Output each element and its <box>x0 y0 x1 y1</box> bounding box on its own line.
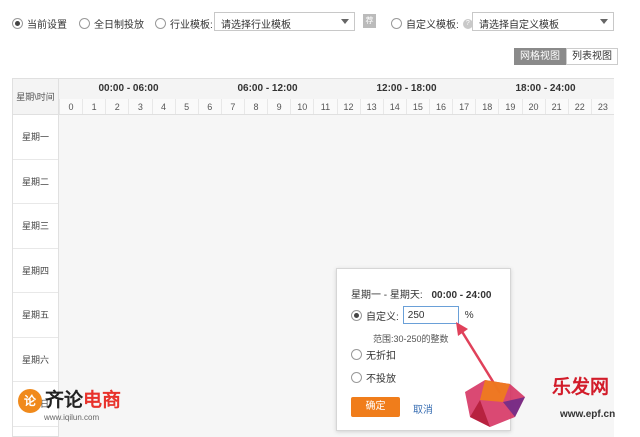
hour-label: 4 <box>151 99 175 114</box>
option-industry-label: 行业模板: <box>170 20 213 31</box>
range-hint: 范围:30-250的整数 <box>373 334 449 344</box>
hour-label: 3 <box>128 99 151 114</box>
hour-label: 11 <box>313 99 336 114</box>
hour-label: 13 <box>359 99 383 114</box>
radio-industry-template[interactable] <box>155 18 166 29</box>
view-toggle: 网格视图 列表视图 <box>514 48 618 65</box>
watermark-left-logo: 论 齐论电商 <box>18 389 121 413</box>
option-custom-label: 自定义模板: <box>406 20 459 31</box>
hour-label: 16 <box>429 99 452 114</box>
hour-label: 17 <box>452 99 475 114</box>
logo-name-accent: 电商 <box>83 390 122 411</box>
tab-grid-view[interactable]: 网格视图 <box>514 48 566 65</box>
hour-label: 9 <box>267 99 290 114</box>
radio-no-discount[interactable] <box>351 349 362 360</box>
day-label: 星期六 <box>13 338 58 382</box>
day-label: 星期五 <box>13 293 58 338</box>
no-discount-label: 无折扣 <box>366 351 396 362</box>
hour-label: 0 <box>59 99 82 114</box>
radio-no-delivery[interactable] <box>351 372 362 383</box>
cancel-link[interactable]: 取消 <box>413 401 433 416</box>
hour-label: 1 <box>82 99 105 114</box>
radio-custom-discount[interactable] <box>351 309 362 321</box>
logo-name: 齐论 <box>45 390 84 411</box>
option-current-label: 当前设置 <box>27 20 67 31</box>
chevron-down-icon <box>600 19 608 24</box>
radio-custom-template[interactable] <box>391 18 402 29</box>
range-label: 00:00 - 06:00 <box>98 83 159 94</box>
grid-corner-label: 星期\时间 <box>13 79 59 115</box>
bull-logo-icon <box>465 380 525 427</box>
recommend-icon[interactable]: 荐 <box>363 14 376 28</box>
logo-mark: 论 <box>18 389 42 413</box>
range-label: 06:00 - 12:00 <box>237 83 298 94</box>
percent-sign: % <box>464 309 474 321</box>
hour-label: 10 <box>290 99 313 114</box>
no-delivery-row[interactable]: 不投放 <box>351 370 396 385</box>
popup-title-days: 星期一 - 星期天: <box>351 290 423 301</box>
hour-label: 5 <box>174 99 198 114</box>
option-industry-template[interactable]: 行业模板: <box>155 16 213 31</box>
hour-label: 20 <box>521 99 545 114</box>
no-delivery-label: 不投放 <box>366 374 396 385</box>
industry-template-select[interactable]: 请选择行业模板 <box>214 12 355 31</box>
hour-label: 18 <box>475 99 498 114</box>
popup-title: 星期一 - 星期天: 00:00 - 24:00 <box>351 286 492 301</box>
no-discount-row[interactable]: 无折扣 <box>351 347 396 362</box>
day-label: 星期一 <box>13 115 58 160</box>
tab-list-view[interactable]: 列表视图 <box>566 48 618 65</box>
hour-header-row: 0 1 2 3 4 5 6 7 8 9 10 11 12 13 14 15 16… <box>59 99 614 115</box>
hour-label: 22 <box>567 99 591 114</box>
day-label: 星期二 <box>13 160 58 204</box>
watermark-left-url: www.iqilun.com <box>44 413 100 422</box>
popup-title-time: 00:00 - 24:00 <box>431 290 492 301</box>
custom-select-value: 请选择自定义模板 <box>479 20 559 31</box>
option-full-day-label: 全日制投放 <box>94 20 144 31</box>
hour-label: 8 <box>244 99 267 114</box>
hour-label: 2 <box>105 99 128 114</box>
option-current-settings[interactable]: 当前设置 <box>12 16 67 31</box>
hour-label: 12 <box>336 99 360 114</box>
range-label: 12:00 - 18:00 <box>376 83 437 94</box>
hour-label: 21 <box>544 99 568 114</box>
watermark-right-logo: 乐发网 <box>552 376 610 398</box>
logo-text: 齐论电商 <box>45 391 121 411</box>
custom-template-select[interactable]: 请选择自定义模板 <box>472 12 614 31</box>
radio-full-day[interactable] <box>79 18 90 29</box>
option-custom-template[interactable]: 自定义模板: ? <box>391 16 473 31</box>
industry-select-value: 请选择行业模板 <box>221 20 291 31</box>
targeting-option-bar: 当前设置 全日制投放 行业模板: 请选择行业模板 荐 自定义模板: ? 请选择自… <box>0 0 640 44</box>
chevron-down-icon <box>341 19 349 24</box>
radio-current-settings[interactable] <box>12 18 23 29</box>
range-label: 18:00 - 24:00 <box>515 83 576 94</box>
day-label: 星期四 <box>13 249 58 293</box>
hour-label: 14 <box>382 99 406 114</box>
custom-discount-label: 自定义: <box>366 311 399 323</box>
hour-label: 23 <box>590 99 614 114</box>
hour-label: 19 <box>498 99 521 114</box>
hour-label: 15 <box>405 99 429 114</box>
hour-label: 6 <box>197 99 221 114</box>
option-full-day[interactable]: 全日制投放 <box>79 16 144 31</box>
day-label: 星期三 <box>13 204 58 249</box>
confirm-button[interactable]: 确定 <box>351 397 400 417</box>
custom-discount-row[interactable]: 自定义: % <box>351 306 474 324</box>
watermark-right-url: www.epf.cn <box>560 409 616 420</box>
hour-label: 7 <box>220 99 244 114</box>
discount-percent-input[interactable] <box>402 306 459 324</box>
